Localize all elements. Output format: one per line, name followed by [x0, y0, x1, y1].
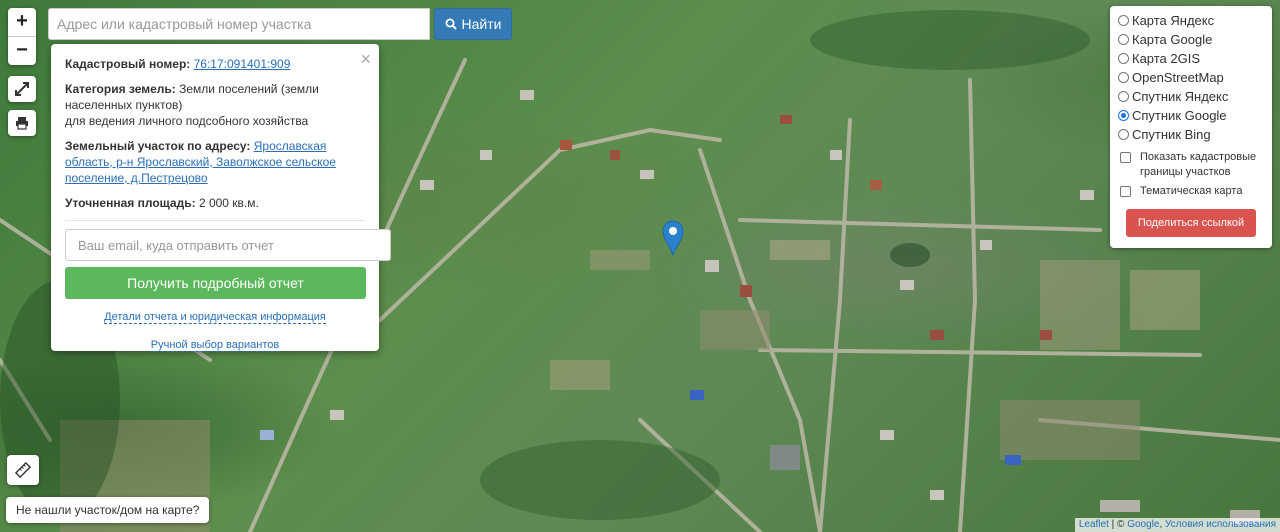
zoom-out-button[interactable]: − [8, 36, 36, 65]
radio-button-selected[interactable] [1118, 110, 1129, 121]
checkbox-label: Показать кадастровые границы участков [1140, 151, 1257, 178]
radio-button[interactable] [1118, 91, 1129, 102]
expand-icon [15, 82, 29, 96]
layers-panel: Карта Яндекс Карта Google Карта 2GIS Ope… [1110, 6, 1272, 248]
radio-button[interactable] [1118, 129, 1129, 140]
search-bar: Найти [48, 8, 512, 40]
search-button[interactable]: Найти [434, 8, 512, 40]
layer-option-yandex-satellite[interactable]: Спутник Яндекс [1110, 87, 1272, 106]
layer-option-yandex-map[interactable]: Карта Яндекс [1110, 11, 1272, 30]
measure-button[interactable] [7, 455, 39, 485]
layer-label: Карта Яндекс [1132, 13, 1215, 28]
cadastral-number-link[interactable]: 76:17:091401:909 [194, 57, 291, 71]
divider [65, 220, 365, 221]
thematic-map-toggle[interactable]: Тематическая карта [1110, 184, 1272, 199]
search-icon [445, 18, 457, 30]
search-button-label: Найти [461, 16, 502, 32]
category-purpose: для ведения личного подсобного хозяйства [65, 114, 309, 128]
share-link-button[interactable]: Поделиться ссылкой [1126, 209, 1256, 237]
layer-label: Карта 2GIS [1132, 51, 1201, 66]
address-label: Земельный участок по адресу: [65, 139, 251, 153]
layer-label: Спутник Google [1132, 108, 1227, 123]
print-button[interactable] [8, 110, 36, 136]
zoom-control: + − [8, 8, 36, 65]
radio-button[interactable] [1118, 34, 1129, 45]
zoom-in-button[interactable]: + [8, 8, 36, 36]
layer-label: Карта Google [1132, 32, 1213, 47]
cadastral-row: Кадастровый номер: 76:17:091401:909 [65, 56, 365, 72]
manual-selection-link[interactable]: Ручной выбор вариантов [150, 339, 280, 352]
address-row: Земельный участок по адресу: Ярославская… [65, 138, 365, 186]
attribution-separator: | © [1108, 519, 1128, 530]
print-icon [16, 117, 28, 130]
layer-label: Спутник Bing [1132, 127, 1211, 142]
area-label: Уточненная площадь: [65, 196, 196, 210]
cadastral-boundaries-toggle[interactable]: Показать кадастровые границы участков [1110, 150, 1272, 180]
layer-label: OpenStreetMap [1132, 70, 1224, 85]
details-link-row: Детали отчета и юридическая информация [65, 309, 365, 325]
checkbox[interactable] [1120, 186, 1131, 197]
radio-button[interactable] [1118, 72, 1129, 83]
layer-option-bing-satellite[interactable]: Спутник Bing [1110, 125, 1272, 144]
layer-option-google-map[interactable]: Карта Google [1110, 30, 1272, 49]
checkbox[interactable] [1120, 152, 1131, 163]
close-icon[interactable]: × [360, 49, 371, 70]
layer-option-osm[interactable]: OpenStreetMap [1110, 68, 1272, 87]
map-pin-icon [662, 220, 684, 257]
layer-option-2gis-map[interactable]: Карта 2GIS [1110, 49, 1272, 68]
manual-link-row: Ручной выбор вариантов [65, 337, 365, 353]
radio-button[interactable] [1118, 15, 1129, 26]
email-field[interactable] [65, 229, 391, 261]
fullscreen-button[interactable] [8, 76, 36, 102]
google-link[interactable]: Google [1127, 519, 1159, 530]
checkbox-label: Тематическая карта [1140, 185, 1243, 197]
details-link[interactable]: Детали отчета и юридическая информация [104, 311, 326, 324]
ruler-icon [15, 462, 31, 478]
area-row: Уточненная площадь: 2 000 кв.м. [65, 195, 365, 211]
terms-link[interactable]: Условия использования [1165, 519, 1276, 530]
layer-label: Спутник Яндекс [1132, 89, 1229, 104]
category-row: Категория земель: Земли поселений (земли… [65, 81, 365, 129]
radio-button[interactable] [1118, 53, 1129, 64]
search-input[interactable] [48, 8, 430, 40]
leaflet-link[interactable]: Leaflet [1079, 519, 1109, 530]
get-report-button[interactable]: Получить подробный отчет [65, 267, 366, 299]
category-label: Категория земель: [65, 82, 176, 96]
area-value: 2 000 кв.м. [198, 196, 259, 210]
not-found-button[interactable]: Не нашли участок/дом на карте? [6, 497, 210, 523]
layer-option-google-satellite[interactable]: Спутник Google [1110, 106, 1272, 125]
parcel-info-popup: × Кадастровый номер: 76:17:091401:909 Ка… [51, 44, 391, 353]
map-attribution: Leaflet | © Google, Условия использовани… [1074, 518, 1280, 532]
cadastral-label: Кадастровый номер: [65, 57, 191, 71]
location-marker[interactable] [662, 220, 684, 259]
